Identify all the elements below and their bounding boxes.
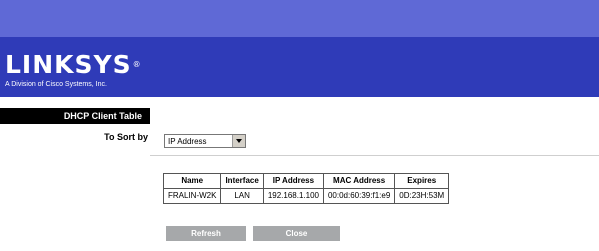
sort-by-select[interactable]: IP Address bbox=[164, 134, 246, 148]
sort-by-value: IP Address bbox=[168, 137, 207, 146]
section-title-bar: DHCP Client Table bbox=[0, 108, 150, 124]
table-header-row: Name Interface IP Address MAC Address Ex… bbox=[162, 173, 450, 189]
cell-interface: LAN bbox=[220, 188, 264, 204]
top-banner bbox=[0, 0, 599, 37]
chevron-down-icon bbox=[236, 139, 242, 143]
dropdown-button[interactable] bbox=[232, 135, 245, 147]
sort-by-label: To Sort by bbox=[104, 132, 148, 142]
tagline: A Division of Cisco Systems, Inc. bbox=[5, 81, 107, 88]
registered-mark: ® bbox=[132, 60, 142, 69]
linksys-logo: LINKSYS® bbox=[5, 52, 142, 77]
column-header-name: Name bbox=[162, 173, 222, 189]
logo-text: LINKSYS bbox=[5, 50, 132, 79]
refresh-button[interactable]: Refresh bbox=[166, 226, 246, 241]
column-header-ip-address: IP Address bbox=[262, 173, 324, 189]
dhcp-client-table: Name Interface IP Address MAC Address Ex… bbox=[162, 173, 450, 204]
close-button[interactable]: Close bbox=[253, 226, 340, 241]
section-title: DHCP Client Table bbox=[63, 111, 142, 121]
column-header-mac-address: MAC Address bbox=[322, 173, 396, 189]
left-column bbox=[0, 124, 150, 251]
table-row: FRALIN-W2K LAN 192.168.1.100 00:0d:60:39… bbox=[162, 188, 450, 204]
cell-name: FRALIN-W2K bbox=[162, 188, 222, 204]
cell-ip-address: 192.168.1.100 bbox=[262, 188, 324, 204]
divider bbox=[150, 155, 599, 156]
cell-mac-address: 00:0d:60:39:f1:e9 bbox=[322, 188, 396, 204]
cell-expires: 0D:23H:53M bbox=[394, 188, 450, 204]
column-header-interface: Interface bbox=[220, 173, 264, 189]
column-header-expires: Expires bbox=[394, 173, 450, 189]
